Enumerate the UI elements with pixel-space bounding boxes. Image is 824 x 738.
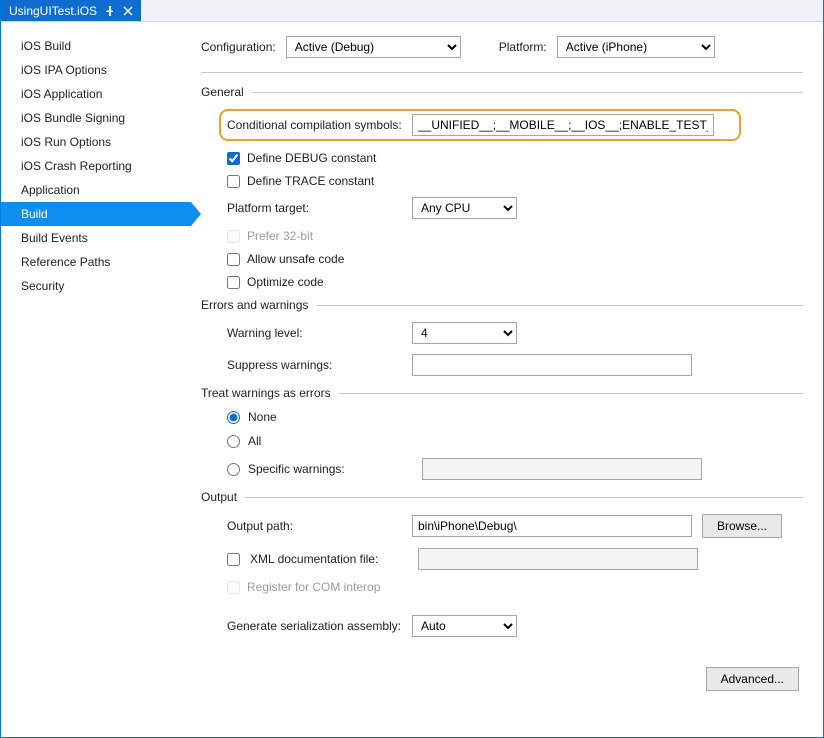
gen-serialization-select[interactable]: Auto [412,615,517,637]
sidebar-item-security[interactable]: Security [1,274,191,298]
prefer-32bit-checkbox [227,230,240,243]
define-trace-checkbox[interactable] [227,175,240,188]
pin-icon[interactable] [105,6,115,16]
sidebar-item-build[interactable]: Build [1,202,191,226]
define-debug-checkbox[interactable] [227,152,240,165]
cond-symbols-input[interactable] [412,114,714,136]
define-trace-label: Define TRACE constant [247,174,374,188]
platform-label: Platform: [499,40,547,54]
browse-button[interactable]: Browse... [702,514,782,538]
tab-title: UsingUITest.iOS [9,4,97,18]
sidebar-item-ios-build[interactable]: iOS Build [1,34,191,58]
xml-doc-input [418,548,698,570]
treat-specific-input [422,458,702,480]
config-label: Configuration: [201,40,276,54]
allow-unsafe-checkbox[interactable] [227,253,240,266]
tab-bar: UsingUITest.iOS [1,0,823,22]
sidebar-item-ios-application[interactable]: iOS Application [1,82,191,106]
allow-unsafe-label: Allow unsafe code [247,252,344,266]
close-icon[interactable] [123,6,133,16]
optimize-label: Optimize code [247,275,324,289]
warning-level-select[interactable]: 4 [412,322,517,344]
group-output-heading: Output [201,490,803,504]
optimize-checkbox[interactable] [227,276,240,289]
main: iOS Build iOS IPA Options iOS Applicatio… [1,22,823,737]
gen-serialization-label: Generate serialization assembly: [227,619,402,633]
group-general-heading: General [201,85,803,99]
tab-active[interactable]: UsingUITest.iOS [1,0,141,21]
configuration-select[interactable]: Active (Debug) [286,36,461,58]
sidebar-item-ios-crash-reporting[interactable]: iOS Crash Reporting [1,154,191,178]
content-panel: Configuration: Active (Debug) Platform: … [191,22,823,737]
advanced-button[interactable]: Advanced... [706,667,799,691]
register-com-checkbox [227,581,240,594]
cond-symbols-label: Conditional compilation symbols: [227,118,402,132]
sidebar-item-ios-bundle-signing[interactable]: iOS Bundle Signing [1,106,191,130]
config-row: Configuration: Active (Debug) Platform: … [201,36,803,58]
sidebar-item-build-events[interactable]: Build Events [1,226,191,250]
platform-target-label: Platform target: [227,201,402,215]
register-com-label: Register for COM interop [247,580,380,594]
xml-doc-label: XML documentation file: [250,552,408,566]
group-treat-heading: Treat warnings as errors [201,386,803,400]
sidebar-item-application[interactable]: Application [1,178,191,202]
suppress-warnings-label: Suppress warnings: [227,358,402,372]
sidebar-item-ios-ipa-options[interactable]: iOS IPA Options [1,58,191,82]
output-path-input[interactable] [412,515,692,537]
conditional-symbols-row: Conditional compilation symbols: [219,109,741,141]
group-errors-heading: Errors and warnings [201,298,803,312]
platform-select[interactable]: Active (iPhone) [557,36,715,58]
treat-all-radio[interactable] [227,435,240,448]
sidebar-item-ios-run-options[interactable]: iOS Run Options [1,130,191,154]
prefer-32bit-label: Prefer 32-bit [247,229,313,243]
platform-target-select[interactable]: Any CPU [412,197,517,219]
sidebar-item-reference-paths[interactable]: Reference Paths [1,250,191,274]
treat-all-label: All [248,434,261,448]
output-path-label: Output path: [227,519,402,533]
xml-doc-checkbox[interactable] [227,553,240,566]
divider [201,72,803,73]
treat-specific-label: Specific warnings: [248,462,358,476]
treat-none-radio[interactable] [227,411,240,424]
treat-specific-radio[interactable] [227,463,240,476]
define-debug-label: Define DEBUG constant [247,151,376,165]
treat-none-label: None [248,410,277,424]
warning-level-label: Warning level: [227,326,402,340]
sidebar: iOS Build iOS IPA Options iOS Applicatio… [1,22,191,737]
suppress-warnings-input[interactable] [412,354,692,376]
